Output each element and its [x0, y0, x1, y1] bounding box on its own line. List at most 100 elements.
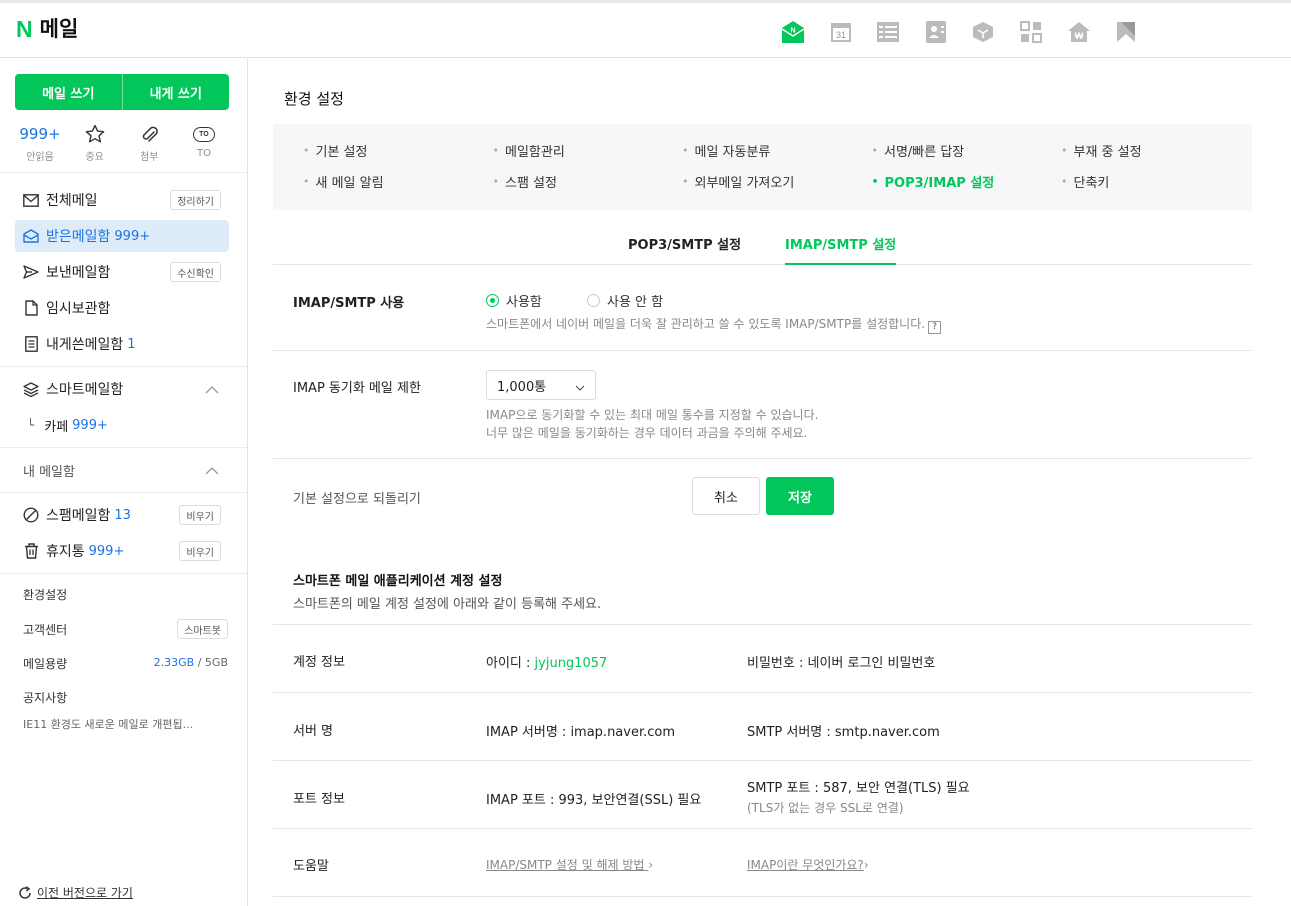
- attachment-filter[interactable]: 첨부: [124, 122, 174, 163]
- row-divider: [273, 760, 1252, 761]
- previous-version-link[interactable]: 이전 버전으로 가기: [18, 884, 133, 901]
- smartbot-button[interactable]: 스마트봇: [177, 619, 228, 639]
- sync-limit-label: IMAP 동기화 메일 제한: [293, 381, 421, 396]
- inbox-icon: [23, 228, 39, 244]
- chevron-up-icon[interactable]: [205, 464, 219, 479]
- imap-use-on-radio[interactable]: 사용함: [486, 291, 542, 310]
- mail-app-icon[interactable]: N: [780, 19, 806, 45]
- sidebar-divider: [0, 492, 247, 493]
- sidebar-item-smart-mailbox[interactable]: 스마트메일함: [15, 373, 229, 405]
- to-filter[interactable]: TO TO: [179, 122, 229, 163]
- notice-label[interactable]: 공지사항: [23, 689, 67, 706]
- cafe-count: 999+: [72, 417, 108, 433]
- menu-basic-settings[interactable]: 기본 설정: [303, 141, 493, 160]
- naver-mail-logo[interactable]: N 메일: [16, 18, 78, 41]
- port-info-label: 포트 정보: [293, 792, 345, 807]
- menu-shortcuts[interactable]: 단축키: [1061, 172, 1251, 191]
- quota-value: 2.33GB / 5GB: [154, 656, 228, 669]
- help-icon[interactable]: ?: [928, 320, 942, 334]
- grid-app-icon[interactable]: [1018, 19, 1044, 45]
- sidebar-item-inbox[interactable]: 받은메일함 999+: [15, 220, 229, 252]
- smtp-server: SMTP 서버명 : smtp.naver.com: [747, 725, 940, 740]
- cafe-label: 카페: [44, 419, 69, 435]
- self-mail-label: 내게쓴메일함: [46, 337, 124, 353]
- star-icon: [85, 124, 104, 143]
- send-icon: [23, 264, 39, 280]
- chevron-up-icon[interactable]: [205, 383, 219, 398]
- sync-limit-select[interactable]: 1,000통: [486, 370, 596, 400]
- menu-away[interactable]: 부재 중 설정: [1061, 141, 1251, 160]
- empty-trash-button[interactable]: 비우기: [179, 541, 221, 561]
- account-info-label: 계정 정보: [293, 655, 345, 670]
- my-mailbox-title: 내 메일함: [23, 465, 75, 480]
- calendar-app-icon[interactable]: 31: [828, 19, 854, 45]
- app-settings-subtitle: 스마트폰의 메일 계정 설정에 아래와 같이 등록해 주세요.: [293, 597, 602, 612]
- contacts-app-icon[interactable]: [923, 19, 949, 45]
- menu-pop3-imap[interactable]: POP3/IMAP 설정: [872, 172, 1062, 191]
- settings-menu-row: 기본 설정 메일함관리 메일 자동분류 서명/빠른 답장 부재 중 설정: [303, 141, 1251, 160]
- account-id-prefix: 아이디 :: [486, 656, 535, 671]
- sidebar-item-cafe[interactable]: └ 카페 999+: [15, 409, 229, 441]
- tab-pop3-smtp[interactable]: POP3/SMTP 설정: [628, 234, 741, 263]
- row-divider: [273, 350, 1252, 351]
- trash-icon: [23, 543, 39, 559]
- reset-defaults-link[interactable]: 기본 설정으로 되돌리기: [293, 488, 421, 507]
- notice-text[interactable]: IE11 환경도 새로운 메일로 개편됩...: [23, 716, 193, 732]
- naver-n-logo: N: [16, 16, 33, 42]
- envelope-icon: [23, 192, 39, 208]
- account-password: 비밀번호 : 네이버 로그인 비밀번호: [747, 656, 936, 671]
- account-id-value: jyjung1057: [534, 656, 608, 671]
- imap-setup-help-link[interactable]: IMAP/SMTP 설정 및 해제 방법 ›: [486, 856, 653, 873]
- sidebar-item-trash[interactable]: 휴지통 999+ 비우기: [15, 535, 229, 567]
- compose-self-button[interactable]: 내게 쓰기: [123, 74, 230, 110]
- app-settings-title: 스마트폰 메일 애플리케이션 계정 설정: [293, 574, 503, 589]
- imap-use-label: IMAP/SMTP 사용: [293, 296, 405, 311]
- compose-button-group: 메일 쓰기 내게 쓰기: [15, 74, 229, 110]
- imap-server: IMAP 서버명 : imap.naver.com: [486, 725, 676, 740]
- sidebar-item-all-mail[interactable]: 전체메일 정리하기: [15, 184, 229, 216]
- save-button[interactable]: 저장: [766, 477, 834, 515]
- sidebar: 메일 쓰기 내게 쓰기 999+ 안읽음 중요 첨부 TO TO 전체메일 정리…: [0, 58, 248, 906]
- bookmark-app-icon[interactable]: [1113, 19, 1139, 45]
- menu-mailbox-manage[interactable]: 메일함관리: [493, 141, 683, 160]
- menu-external-mail[interactable]: 외부메일 가져오기: [682, 172, 872, 191]
- empty-spam-button[interactable]: 비우기: [179, 505, 221, 525]
- imap-use-off-radio[interactable]: 사용 안 함: [587, 291, 663, 310]
- support-link[interactable]: 고객센터: [23, 621, 67, 638]
- refresh-icon: [19, 885, 31, 899]
- menu-signature[interactable]: 서명/빠른 답장: [872, 141, 1062, 160]
- box-app-icon[interactable]: [970, 19, 996, 45]
- important-filter[interactable]: 중요: [70, 122, 120, 163]
- menu-auto-sort[interactable]: 메일 자동분류: [682, 141, 872, 160]
- app-switcher: N 31 ₩: [780, 19, 1161, 45]
- organize-button[interactable]: 정리하기: [170, 190, 221, 210]
- unread-count: 999+: [19, 125, 61, 143]
- menu-spam-settings[interactable]: 스팸 설정: [493, 172, 683, 191]
- what-is-imap-link[interactable]: IMAP이란 무엇인가요?›: [747, 856, 869, 873]
- unread-filter[interactable]: 999+ 안읽음: [15, 122, 65, 163]
- quota-label: 메일용량: [23, 657, 68, 671]
- list-app-icon[interactable]: [875, 19, 901, 45]
- calendar-day-text: 31: [836, 30, 846, 40]
- chevron-down-icon: [575, 380, 585, 395]
- read-receipt-button[interactable]: 수신확인: [170, 262, 221, 282]
- settings-main: 환경 설정 기본 설정 메일함관리 메일 자동분류 서명/빠른 답장 부재 중 …: [248, 58, 1291, 906]
- sidebar-item-spam[interactable]: 스팸메일함 13 비우기: [15, 499, 229, 531]
- all-mail-label: 전체메일: [46, 193, 98, 209]
- help-label: 도움말: [293, 859, 329, 874]
- cancel-button[interactable]: 취소: [692, 477, 760, 515]
- spam-count: 13: [114, 507, 131, 523]
- sidebar-item-self-mail[interactable]: 내게쓴메일함 1: [15, 328, 229, 360]
- settings-link[interactable]: 환경설정: [23, 586, 67, 603]
- to-label: TO: [196, 148, 211, 159]
- row-divider: [273, 828, 1252, 829]
- row-divider: [273, 896, 1252, 897]
- sidebar-item-sent[interactable]: 보낸메일함 수신확인: [15, 256, 229, 288]
- compose-mail-button[interactable]: 메일 쓰기: [15, 74, 122, 110]
- tab-imap-smtp[interactable]: IMAP/SMTP 설정: [785, 234, 897, 265]
- sidebar-item-drafts[interactable]: 임시보관함: [15, 292, 229, 324]
- quota-total: 5GB: [204, 656, 228, 669]
- menu-new-mail-alert[interactable]: 새 메일 알림: [303, 172, 493, 191]
- home-won-app-icon[interactable]: ₩: [1066, 19, 1092, 45]
- sidebar-divider: [0, 573, 247, 574]
